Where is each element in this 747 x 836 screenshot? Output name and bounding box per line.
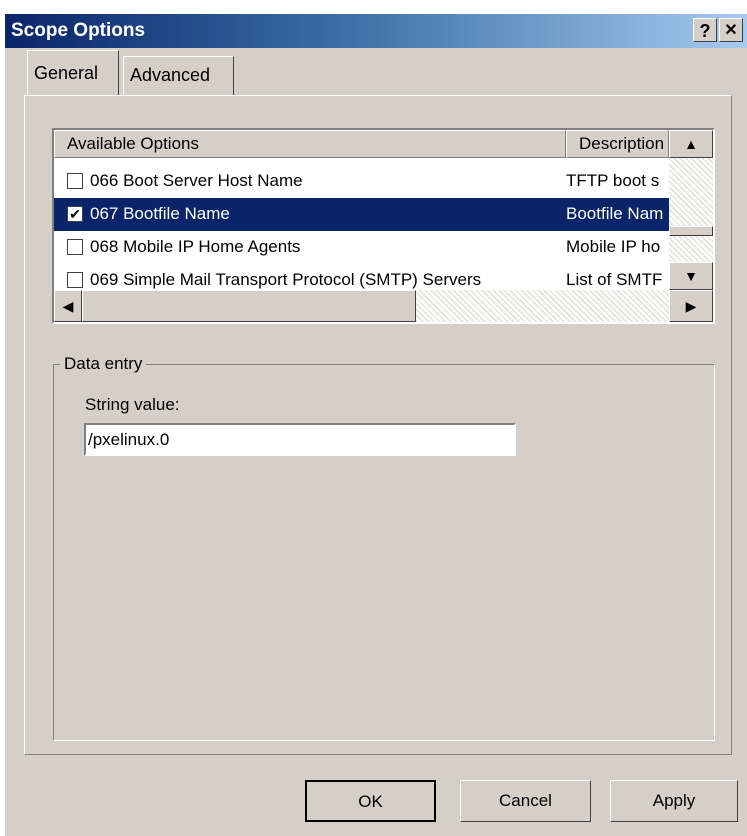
ok-button[interactable]: OK: [305, 780, 436, 822]
close-icon: ✕: [724, 22, 738, 39]
available-options-list[interactable]: Available Options Description 066 Boot S…: [52, 128, 715, 324]
arrow-down-icon: ▼: [684, 268, 698, 284]
checkbox-067[interactable]: ✔: [67, 206, 83, 222]
vertical-scroll-thumb[interactable]: [669, 226, 713, 236]
checkbox-066[interactable]: [67, 173, 83, 189]
data-entry-group: [53, 364, 715, 741]
list-item-066[interactable]: 066 Boot Server Host Name TFTP boot s: [54, 165, 669, 198]
option-description: Mobile IP ho: [566, 237, 661, 256]
list-item-069[interactable]: 069 Simple Mail Transport Protocol (SMTP…: [54, 264, 669, 290]
apply-button[interactable]: Apply: [610, 780, 738, 822]
title-bar: Scope Options ? ✕: [5, 14, 747, 48]
horizontal-scrollbar[interactable]: ◀ ▶: [54, 290, 713, 322]
option-description: TFTP boot s: [566, 171, 660, 190]
data-entry-label: Data entry: [60, 354, 147, 374]
window-title: Scope Options: [11, 20, 146, 41]
checkbox-069[interactable]: [67, 272, 83, 288]
scroll-up-button[interactable]: ▲: [669, 130, 713, 158]
list-item-068[interactable]: 068 Mobile IP Home Agents Mobile IP ho: [54, 231, 669, 264]
scroll-left-button[interactable]: ◀: [54, 290, 82, 322]
tab-general[interactable]: General: [27, 50, 119, 96]
option-name: 069 Simple Mail Transport Protocol (SMTP…: [90, 270, 482, 289]
option-description: List of SMTF: [566, 270, 663, 289]
scroll-right-button[interactable]: ▶: [669, 290, 713, 322]
string-value-input[interactable]: [84, 423, 516, 456]
tab-advanced[interactable]: Advanced: [123, 56, 234, 96]
arrow-left-icon: ◀: [62, 298, 74, 314]
option-description: Bootfile Nam: [566, 204, 664, 223]
scroll-down-button[interactable]: ▼: [669, 262, 713, 290]
list-header: Available Options Description: [54, 130, 669, 158]
horizontal-scroll-thumb[interactable]: [82, 290, 416, 322]
vertical-scrollbar[interactable]: ▲ ▼: [669, 130, 713, 290]
option-name: 067 Bootfile Name: [90, 204, 230, 223]
cancel-button[interactable]: Cancel: [460, 780, 591, 822]
column-description[interactable]: Description: [566, 130, 669, 158]
checkbox-068[interactable]: [67, 239, 83, 255]
option-name: 068 Mobile IP Home Agents: [90, 237, 301, 256]
list-item-067[interactable]: ✔ 067 Bootfile Name Bootfile Nam: [54, 198, 669, 231]
arrow-right-icon: ▶: [685, 298, 697, 314]
arrow-up-icon: ▲: [684, 136, 698, 152]
close-button[interactable]: ✕: [719, 18, 743, 42]
help-button[interactable]: ?: [693, 18, 717, 42]
column-available-options[interactable]: Available Options: [54, 130, 566, 158]
option-name: 066 Boot Server Host Name: [90, 171, 303, 190]
string-value-label: String value:: [85, 395, 180, 414]
check-mark-icon: ✔: [69, 206, 81, 222]
